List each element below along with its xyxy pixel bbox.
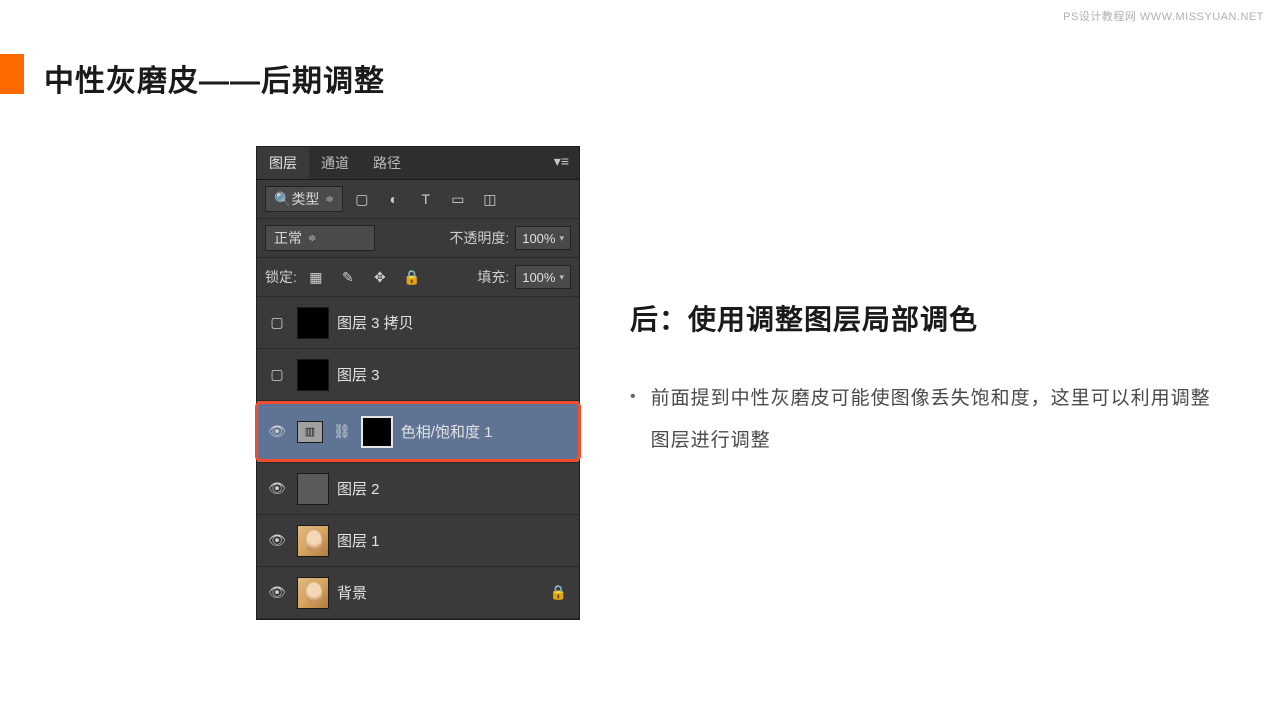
layer-row[interactable]: 👁 图层 2 xyxy=(257,463,579,515)
filter-adjustment-icon[interactable]: ◐ xyxy=(381,186,407,212)
chevron-down-icon: ≑ xyxy=(325,194,333,205)
layer-row[interactable]: 👁 图层 1 xyxy=(257,515,579,567)
panel-tab-bar: 图层 通道 路径 ▾≡ xyxy=(257,147,579,180)
layer-row[interactable]: ▢ 图层 3 拷贝 xyxy=(257,297,579,349)
blend-row: 正常 ≑ 不透明度: 100% ▾ xyxy=(257,219,579,258)
lock-label: 锁定: xyxy=(265,267,297,287)
filter-shape-icon[interactable]: ▭ xyxy=(445,186,471,212)
visibility-toggle[interactable]: 👁 xyxy=(265,480,289,497)
layer-row[interactable]: ▢ 图层 3 xyxy=(257,349,579,401)
tab-layers[interactable]: 图层 xyxy=(257,147,309,179)
tab-channels[interactable]: 通道 xyxy=(309,147,361,179)
layer-mask-thumb xyxy=(361,416,393,448)
visibility-toggle[interactable]: ▢ xyxy=(265,314,289,331)
lock-brush-icon[interactable]: ✎ xyxy=(335,264,361,290)
layer-name: 图层 1 xyxy=(337,530,380,551)
opacity-label: 不透明度: xyxy=(449,228,509,248)
explanation-block: 后：使用调整图层局部调色 • 前面提到中性灰磨皮可能使图像丢失饱和度，这里可以利… xyxy=(630,298,1230,462)
blend-mode-value: 正常 xyxy=(274,228,302,248)
search-icon: 🔍 xyxy=(274,191,291,208)
filter-row: 🔍 类型 ≑ ▢ ◐ T ▭ ◫ xyxy=(257,180,579,219)
visibility-toggle[interactable]: 👁 xyxy=(265,532,289,549)
layer-name: 色相/饱和度 1 xyxy=(401,421,493,442)
bullet-item: • 前面提到中性灰磨皮可能使图像丢失饱和度，这里可以利用调整图层进行调整 xyxy=(630,378,1230,462)
mask-link-icon[interactable]: ⛓ xyxy=(331,423,353,440)
filter-kind-label: 类型 xyxy=(291,189,319,209)
title-accent-bar xyxy=(0,54,24,94)
filter-pixel-icon[interactable]: ▢ xyxy=(349,186,375,212)
tab-paths[interactable]: 路径 xyxy=(361,147,413,179)
lock-row: 锁定: ▦ ✎ ✥ 🔒 填充: 100% ▾ xyxy=(257,258,579,297)
layer-name: 图层 2 xyxy=(337,478,380,499)
layer-thumb xyxy=(297,473,329,505)
watermark-text: PS设计教程网 WWW.MISSYUAN.NET xyxy=(1063,8,1264,24)
layer-thumb xyxy=(297,307,329,339)
lock-move-icon[interactable]: ✥ xyxy=(367,264,393,290)
layer-name: 背景 xyxy=(337,582,367,603)
panel-menu-icon[interactable]: ▾≡ xyxy=(544,147,579,179)
visibility-toggle[interactable]: 👁 xyxy=(265,423,289,440)
layer-thumb xyxy=(297,525,329,557)
filter-smart-icon[interactable]: ◫ xyxy=(477,186,503,212)
visibility-toggle[interactable]: ▢ xyxy=(265,366,289,383)
visibility-toggle[interactable]: 👁 xyxy=(265,584,289,601)
chevron-down-icon: ▾ xyxy=(559,272,564,283)
bullet-dot-icon: • xyxy=(630,378,637,462)
filter-type-icon[interactable]: T xyxy=(413,186,439,212)
fill-value[interactable]: 100% ▾ xyxy=(515,265,571,289)
blend-mode-select[interactable]: 正常 ≑ xyxy=(265,225,375,251)
explanation-heading: 后：使用调整图层局部调色 xyxy=(630,298,1230,338)
layer-thumb xyxy=(297,359,329,391)
lock-all-icon[interactable]: 🔒 xyxy=(399,264,425,290)
hue-saturation-adjustment-icon: ▥ xyxy=(297,421,323,443)
layer-row[interactable]: 👁 背景 🔒 xyxy=(257,567,579,619)
chevron-down-icon: ≑ xyxy=(308,233,316,244)
layer-name: 图层 3 xyxy=(337,364,380,385)
chevron-down-icon: ▾ xyxy=(559,233,564,244)
slide-title: 中性灰磨皮——后期调整 xyxy=(44,56,385,100)
layer-list: ▢ 图层 3 拷贝 ▢ 图层 3 👁 ▥ ⛓ 色相/饱和度 1 👁 图层 2 👁… xyxy=(257,297,579,619)
layer-row-selected[interactable]: 👁 ▥ ⛓ 色相/饱和度 1 xyxy=(257,401,579,463)
photoshop-layers-panel: 图层 通道 路径 ▾≡ 🔍 类型 ≑ ▢ ◐ T ▭ ◫ 正常 ≑ 不透明度: … xyxy=(256,146,580,620)
layer-name: 图层 3 拷贝 xyxy=(337,312,414,333)
filter-kind-select[interactable]: 🔍 类型 ≑ xyxy=(265,186,343,212)
fill-value-text: 100% xyxy=(522,270,555,285)
opacity-value[interactable]: 100% ▾ xyxy=(515,226,571,250)
lock-icon: 🔒 xyxy=(550,584,571,601)
bullet-text: 前面提到中性灰磨皮可能使图像丢失饱和度，这里可以利用调整图层进行调整 xyxy=(651,378,1230,462)
lock-transparency-icon[interactable]: ▦ xyxy=(303,264,329,290)
layer-thumb xyxy=(297,577,329,609)
opacity-value-text: 100% xyxy=(522,231,555,246)
fill-label: 填充: xyxy=(477,267,509,287)
